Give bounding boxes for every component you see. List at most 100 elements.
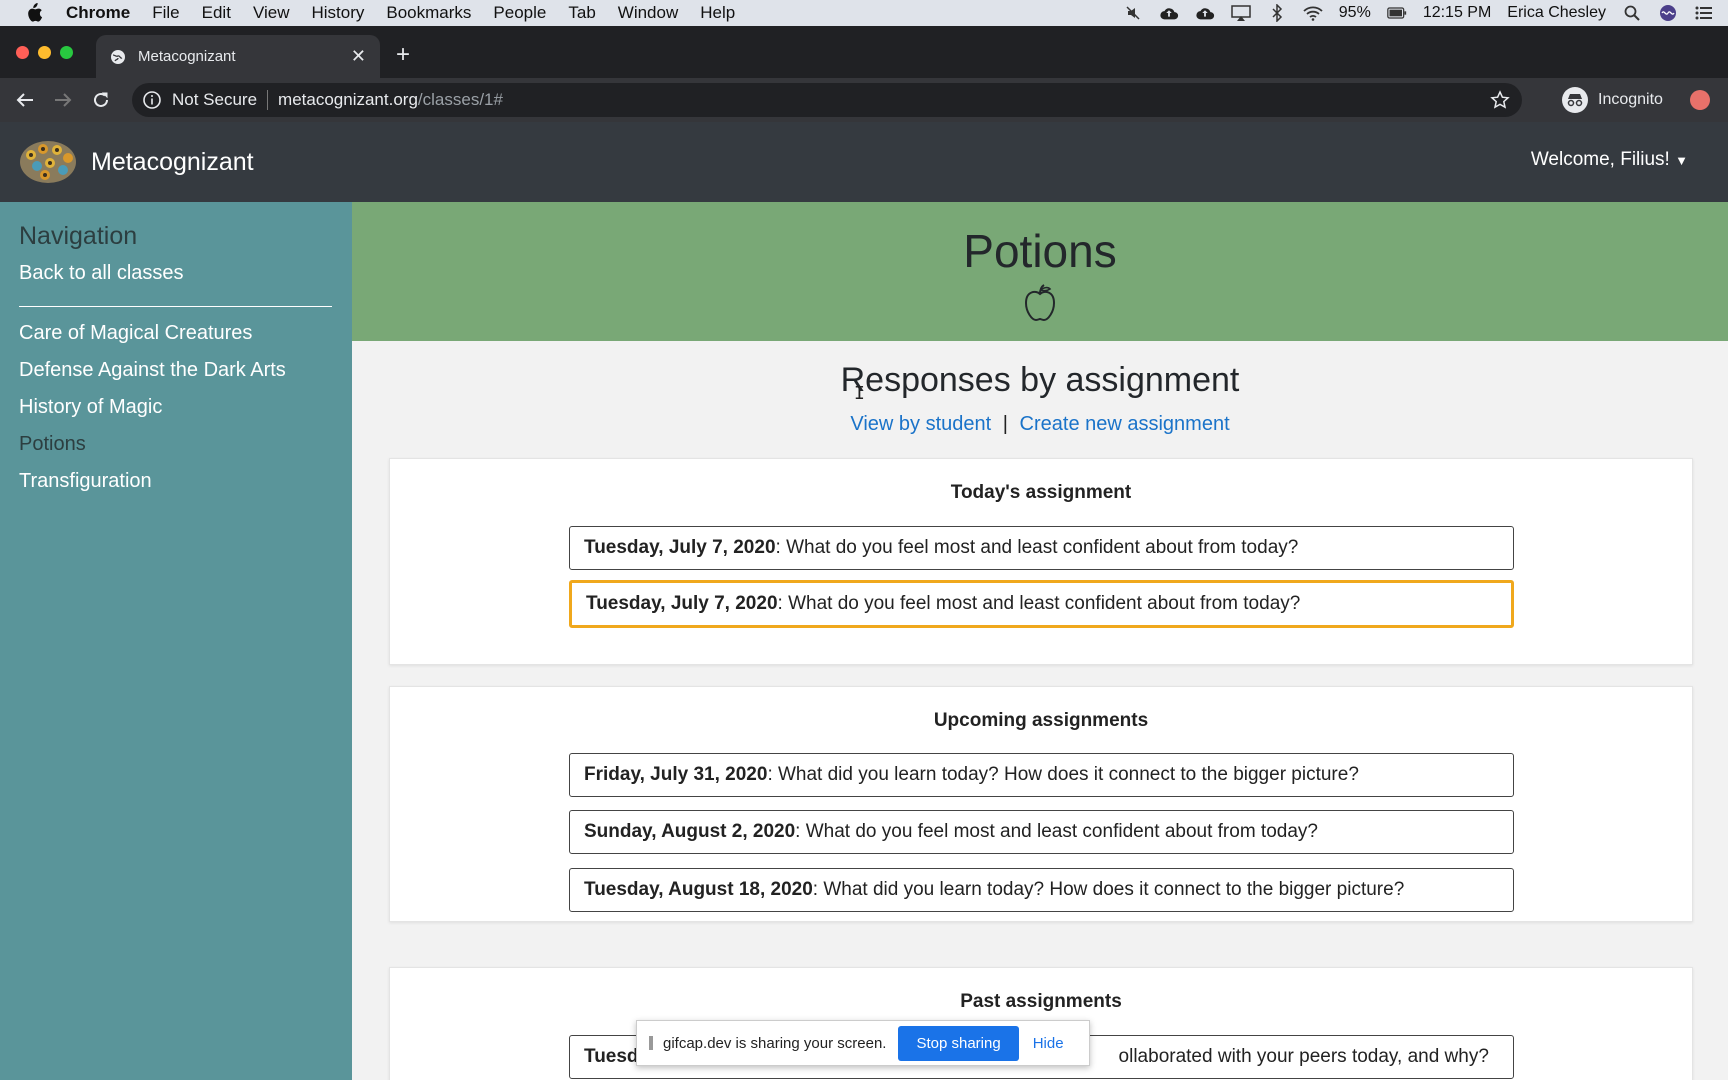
macos-menu-bar: Chrome File Edit View History Bookmarks …	[0, 0, 1728, 26]
apple-icon	[1022, 282, 1058, 322]
address-bar[interactable]: Not Secure metacognizant.org/classes/1#	[132, 83, 1522, 117]
assignment-date: Tuesday, July 7, 2020	[586, 593, 778, 614]
hide-button[interactable]: Hide	[1033, 1035, 1064, 1052]
assignment-prompt: : What did you learn today? How does it …	[767, 764, 1359, 785]
text-cursor-icon: I	[854, 383, 865, 404]
bluetooth-icon[interactable]	[1267, 4, 1287, 22]
menu-tab[interactable]: Tab	[568, 3, 595, 23]
main-content: Responses by assignment View by student …	[352, 341, 1728, 1080]
create-new-assignment-link[interactable]: Create new assignment	[1020, 413, 1230, 435]
url-path: /classes/1#	[417, 90, 503, 109]
maximize-window-button[interactable]	[60, 46, 73, 59]
assignment-prompt: : What do you feel most and least confid…	[777, 593, 1301, 614]
address-separator	[267, 90, 269, 110]
incognito-icon	[1562, 87, 1588, 113]
upcoming-assignments-card: Upcoming assignments Friday, July 31, 20…	[389, 686, 1693, 922]
todays-assignment-heading: Today's assignment	[950, 482, 1132, 503]
user-name[interactable]: Erica Chesley	[1507, 4, 1606, 22]
assignment-item[interactable]: Tuesday, July 7, 2020: What do you feel …	[569, 526, 1514, 570]
mute-icon[interactable]	[1123, 4, 1143, 22]
assignment-item[interactable]: Friday, July 31, 2020: What did you lear…	[569, 753, 1514, 797]
assignment-prompt: : What do you feel most and least confid…	[795, 821, 1318, 842]
cloud-upload-icon[interactable]	[1159, 4, 1179, 22]
browser-toolbar: Not Secure metacognizant.org/classes/1# …	[0, 78, 1728, 122]
sidebar: Navigation Back to all classes Care of M…	[0, 202, 352, 1080]
user-menu-dropdown[interactable]: Welcome, Filius! ▼	[1531, 149, 1688, 171]
menu-bar-status: 95% 12:15 PM Erica Chesley	[1123, 0, 1714, 26]
assignment-prompt: ollaborated with your peers today, and w…	[1118, 1046, 1489, 1067]
site-brand[interactable]: Metacognizant	[91, 148, 254, 177]
incognito-label: Incognito	[1598, 91, 1663, 108]
past-assignments-heading: Past assignments	[960, 991, 1122, 1012]
sidebar-item-care-of-magical-creatures[interactable]: Care of Magical Creatures	[19, 322, 252, 345]
window-controls	[16, 46, 73, 59]
assignment-date: Sunday, August 2, 2020	[584, 821, 796, 842]
not-secure-label[interactable]: Not Secure	[172, 90, 257, 110]
info-icon[interactable]	[142, 90, 162, 110]
sidebar-heading: Navigation	[19, 222, 138, 250]
siri-icon[interactable]	[1658, 4, 1678, 22]
clock[interactable]: 12:15 PM	[1423, 4, 1491, 22]
site-navbar: Metacognizant Welcome, Filius! ▼	[0, 122, 1728, 202]
menu-bookmarks[interactable]: Bookmarks	[386, 3, 471, 23]
incognito-badge[interactable]: Incognito	[1562, 84, 1663, 116]
sidebar-item-potions[interactable]: Potions	[19, 433, 86, 456]
menu-window[interactable]: Window	[618, 3, 678, 23]
battery-percent: 95%	[1338, 4, 1371, 21]
assignment-prompt: : What did you learn today? How does it …	[812, 879, 1405, 900]
drag-handle-icon[interactable]	[649, 1036, 653, 1050]
assignment-date: Tuesd	[584, 1046, 639, 1067]
view-links: View by student | Create new assignment	[352, 413, 1728, 436]
welcome-label: Welcome, Filius!	[1530, 149, 1670, 170]
assignment-item[interactable]: Tuesday, August 18, 2020: What did you l…	[569, 868, 1514, 912]
class-hero-banner: Potions	[352, 202, 1728, 341]
assignment-prompt: : What do you feel most and least confid…	[775, 537, 1299, 558]
sidebar-item-history-of-magic[interactable]: History of Magic	[19, 396, 162, 419]
apple-menu-icon[interactable]	[24, 3, 46, 23]
close-tab-icon[interactable]: ✕	[351, 46, 366, 67]
globe-icon	[110, 49, 126, 65]
menu-people[interactable]: People	[493, 3, 546, 23]
sidebar-item-transfiguration[interactable]: Transfiguration	[19, 470, 152, 493]
caret-down-icon: ▼	[1675, 153, 1688, 168]
sidebar-divider	[19, 306, 332, 307]
sidebar-item-defense-against-the-dark-arts[interactable]: Defense Against the Dark Arts	[19, 359, 286, 382]
menu-app-name[interactable]: Chrome	[66, 3, 130, 23]
brain-logo-icon[interactable]	[19, 139, 77, 185]
forward-arrow-icon[interactable]	[50, 87, 76, 113]
menu-edit[interactable]: Edit	[202, 3, 231, 23]
url-host: metacognizant.org	[278, 90, 418, 109]
browser-tab-active[interactable]: Metacognizant ✕	[96, 35, 380, 78]
back-to-all-classes-link[interactable]: Back to all classes	[19, 262, 184, 285]
wifi-icon[interactable]	[1303, 4, 1323, 22]
new-tab-button[interactable]: +	[396, 43, 410, 67]
reload-icon[interactable]	[88, 87, 114, 113]
assignment-item[interactable]: Sunday, August 2, 2020: What do you feel…	[569, 810, 1514, 854]
assignment-date: Friday, July 31, 2020	[584, 764, 768, 785]
page-title: Potions	[963, 225, 1117, 277]
airplay-icon[interactable]	[1231, 4, 1251, 22]
close-window-button[interactable]	[16, 46, 29, 59]
upcoming-assignments-heading: Upcoming assignments	[933, 710, 1149, 731]
bookmark-star-icon[interactable]	[1490, 90, 1510, 110]
battery-icon[interactable]	[1387, 4, 1407, 22]
menu-view[interactable]: View	[253, 3, 290, 23]
menu-help[interactable]: Help	[700, 3, 735, 23]
responses-heading: Responses by assignment	[840, 361, 1240, 399]
screen-share-bar: gifcap.dev is sharing your screen. Stop …	[636, 1020, 1090, 1066]
spotlight-search-icon[interactable]	[1622, 4, 1642, 22]
tab-title: Metacognizant	[138, 48, 236, 65]
menu-file[interactable]: File	[152, 3, 179, 23]
view-by-student-link[interactable]: View by student	[850, 413, 991, 435]
back-arrow-icon[interactable]	[12, 87, 38, 113]
minimize-window-button[interactable]	[38, 46, 51, 59]
cloud-sync-icon[interactable]	[1195, 4, 1215, 22]
menu-history[interactable]: History	[311, 3, 364, 23]
extension-icon[interactable]	[1690, 90, 1710, 110]
assignment-item-focused[interactable]: Tuesday, July 7, 2020: What do you feel …	[569, 580, 1514, 628]
notification-center-icon[interactable]	[1694, 4, 1714, 22]
assignment-date: Tuesday, August 18, 2020	[584, 879, 813, 900]
stop-sharing-button[interactable]: Stop sharing	[898, 1025, 1019, 1061]
share-message: gifcap.dev is sharing your screen.	[663, 1034, 887, 1052]
links-separator: |	[1002, 413, 1008, 435]
